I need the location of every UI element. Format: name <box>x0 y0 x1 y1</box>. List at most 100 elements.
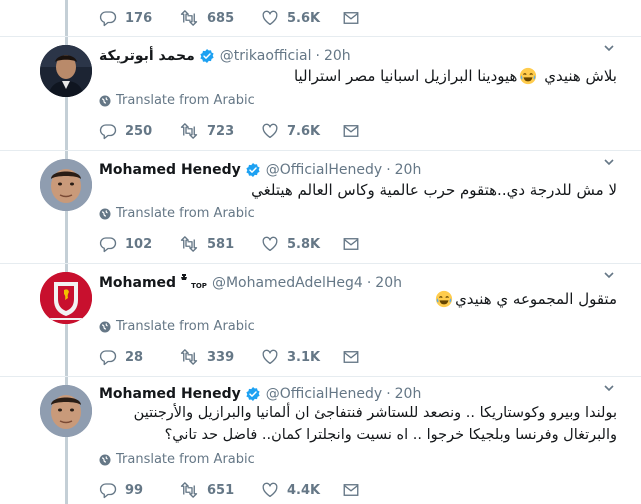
tweet[interactable]: Mohamed Henedy @OfficialHenedy · 20h لا … <box>0 151 641 264</box>
retweet-button[interactable]: 685 <box>179 4 234 32</box>
chevron-down-icon[interactable] <box>603 153 615 172</box>
reply-button[interactable]: 102 <box>99 230 152 258</box>
globe-icon <box>99 95 111 106</box>
face-with-tears-of-joy-icon <box>435 290 453 314</box>
display-name[interactable]: محمد أبوتريكة <box>99 48 195 64</box>
translate-link[interactable]: Translate from Arabic <box>99 206 255 221</box>
retweet-button[interactable]: 581 <box>179 230 234 258</box>
tweet[interactable]: محمد أبوتريكة @trikaofficial · 20h بلاش … <box>0 37 641 151</box>
tweet-header: Mohamed Henedy @OfficialHenedy · 20h <box>99 159 611 181</box>
translate-link[interactable]: Translate from Arabic <box>99 319 255 334</box>
globe-icon <box>99 208 111 219</box>
avatar[interactable] <box>40 159 92 211</box>
direct-message-button[interactable] <box>342 117 360 145</box>
tweet[interactable]: Mohamed Henedy @OfficialHenedy · 20h بول… <box>0 377 641 504</box>
reply-icon <box>99 483 117 499</box>
retweet-icon <box>180 123 198 139</box>
translate-label[interactable]: Translate from Arabic <box>116 452 255 467</box>
tweet-timestamp[interactable]: 20h <box>395 386 422 402</box>
retweet-count: 581 <box>207 236 235 252</box>
like-count: 5.8K <box>287 236 321 252</box>
like-button[interactable]: 3.1K <box>261 343 320 371</box>
reply-button[interactable]: 28 <box>99 343 143 371</box>
tweet-action-bar: 99 651 4.4K <box>99 476 641 504</box>
envelope-icon <box>343 484 359 496</box>
retweet-button[interactable]: 339 <box>179 343 234 371</box>
like-count: 3.1K <box>287 349 321 365</box>
tweet[interactable]: Mohamed TOP @MohamedAdelHeg4 · 20h متقول… <box>0 264 641 377</box>
heart-icon <box>262 123 278 139</box>
translate-label[interactable]: Translate from Arabic <box>116 319 255 334</box>
reply-button[interactable]: 176 <box>99 4 152 32</box>
reply-button[interactable]: 250 <box>99 117 152 145</box>
reply-count: 250 <box>125 123 153 139</box>
user-handle[interactable]: @OfficialHenedy <box>266 162 382 178</box>
retweet-icon <box>180 349 198 365</box>
user-handle[interactable]: @OfficialHenedy <box>266 386 382 402</box>
tweet-text-part: بلاش هنيدي <box>539 67 617 85</box>
like-count: 4.4K <box>287 482 321 498</box>
heart-icon <box>262 482 278 498</box>
retweet-button[interactable]: 723 <box>179 117 234 145</box>
tweet-text: بولندا وبيرو وكوستاريكا .. ونصعد للستاشر… <box>99 402 617 446</box>
like-count: 5.6K <box>287 10 321 26</box>
tweet-action-bar: 102 581 5.8K <box>99 230 641 258</box>
translate-link[interactable]: Translate from Arabic <box>99 93 255 108</box>
direct-message-button[interactable] <box>342 476 360 504</box>
reply-icon <box>99 124 117 140</box>
reply-icon <box>99 350 117 366</box>
tweet-text: بلاش هنيدي هيودينا البرازيل اسبانيا مصر … <box>99 65 617 91</box>
direct-message-button[interactable] <box>342 230 360 258</box>
reply-count: 102 <box>125 236 153 252</box>
tweet-timestamp[interactable]: 20h <box>324 48 351 64</box>
heart-icon <box>262 236 278 252</box>
face-with-tears-of-joy-icon <box>519 67 537 91</box>
tweet-action-bar: 28 339 3.1K <box>99 343 641 371</box>
reply-count: 99 <box>125 482 144 498</box>
reply-icon <box>99 237 117 253</box>
tweet-text: متقول المجموعه ي هنيدي <box>99 288 617 314</box>
envelope-icon <box>343 125 359 137</box>
like-button[interactable]: 5.8K <box>261 230 320 258</box>
heart-icon <box>262 349 278 365</box>
avatar[interactable] <box>40 272 92 324</box>
like-button[interactable]: 5.6K <box>261 4 320 32</box>
like-button[interactable]: 4.4K <box>261 476 320 504</box>
envelope-icon <box>343 238 359 250</box>
tweet-text-line: والبرتغال وفرنسا وبلجيكا خرجوا .. اه نسي… <box>164 427 617 443</box>
avatar[interactable] <box>40 45 92 97</box>
direct-message-button[interactable] <box>342 4 360 32</box>
like-count: 7.6K <box>287 123 321 139</box>
verified-badge-icon <box>245 162 261 178</box>
retweet-icon <box>180 10 198 26</box>
reply-button[interactable]: 99 <box>99 476 143 504</box>
tweet-text-line: بولندا وبيرو وكوستاريكا .. ونصعد للستاشر… <box>133 405 617 421</box>
avatar[interactable] <box>40 385 92 437</box>
chevron-down-icon[interactable] <box>603 266 615 285</box>
chevron-down-icon[interactable] <box>603 39 615 58</box>
tweet-text-part: متقول المجموعه ي هنيدي <box>455 290 617 308</box>
display-name[interactable]: Mohamed Henedy <box>99 162 241 178</box>
translate-label[interactable]: Translate from Arabic <box>116 93 255 108</box>
tweet-timestamp[interactable]: 20h <box>395 162 422 178</box>
verified-badge-icon <box>199 48 215 64</box>
user-handle[interactable]: @trikaofficial <box>220 48 312 64</box>
chess-piece-icon <box>181 274 188 280</box>
chevron-down-icon[interactable] <box>603 379 615 398</box>
tweet-text: لا مش للدرجة دي..هتقوم حرب عالمية وكاس ا… <box>251 181 617 199</box>
retweet-button[interactable]: 651 <box>179 476 234 504</box>
reply-icon <box>99 11 117 27</box>
tweet-text-part: هيودينا البرازيل اسبانيا مصر استراليا <box>293 67 518 85</box>
direct-message-button[interactable] <box>342 343 360 371</box>
retweet-icon <box>180 482 198 498</box>
heart-icon <box>262 10 278 26</box>
display-name[interactable]: Mohamed Henedy <box>99 386 241 402</box>
verified-badge-icon <box>245 386 261 402</box>
retweet-count: 723 <box>207 123 235 139</box>
like-button[interactable]: 7.6K <box>261 117 320 145</box>
retweet-count: 685 <box>207 10 235 26</box>
retweet-icon <box>180 236 198 252</box>
translate-label[interactable]: Translate from Arabic <box>116 206 255 221</box>
retweet-count: 339 <box>207 349 235 365</box>
translate-link[interactable]: Translate from Arabic <box>99 452 255 467</box>
